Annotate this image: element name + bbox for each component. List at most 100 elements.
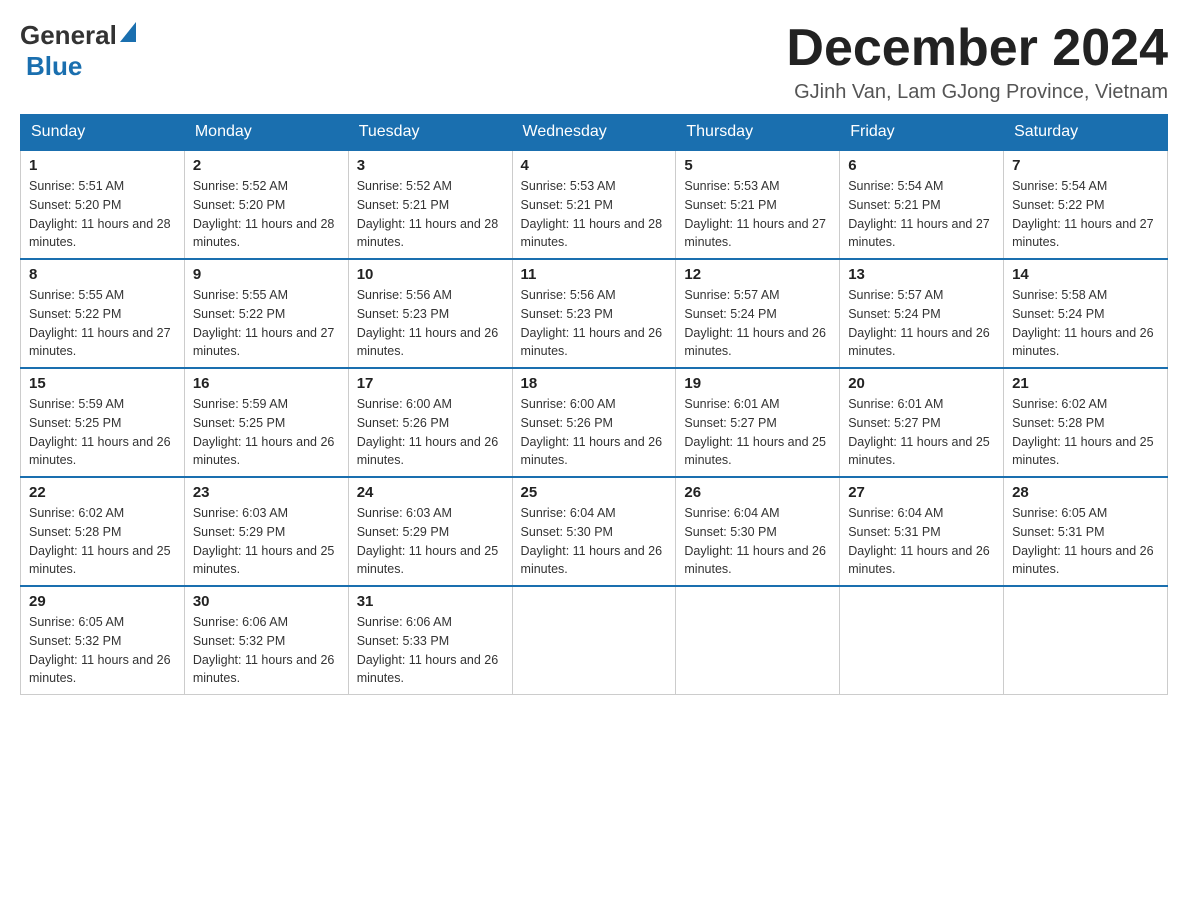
- calendar-cell: 27 Sunrise: 6:04 AMSunset: 5:31 PMDaylig…: [840, 477, 1004, 586]
- day-info: Sunrise: 5:53 AMSunset: 5:21 PMDaylight:…: [521, 177, 668, 252]
- day-number: 10: [357, 266, 504, 283]
- calendar-cell: 15 Sunrise: 5:59 AMSunset: 5:25 PMDaylig…: [21, 368, 185, 477]
- calendar-cell: 25 Sunrise: 6:04 AMSunset: 5:30 PMDaylig…: [512, 477, 676, 586]
- day-number: 26: [684, 484, 831, 501]
- calendar-day-header: Saturday: [1004, 115, 1168, 151]
- day-number: 6: [848, 157, 995, 174]
- day-info: Sunrise: 6:04 AMSunset: 5:30 PMDaylight:…: [521, 504, 668, 579]
- day-info: Sunrise: 5:51 AMSunset: 5:20 PMDaylight:…: [29, 177, 176, 252]
- main-title: December 2024: [786, 20, 1168, 77]
- day-number: 14: [1012, 266, 1159, 283]
- calendar-cell: 18 Sunrise: 6:00 AMSunset: 5:26 PMDaylig…: [512, 368, 676, 477]
- day-info: Sunrise: 5:57 AMSunset: 5:24 PMDaylight:…: [848, 286, 995, 361]
- calendar-day-header: Thursday: [676, 115, 840, 151]
- day-number: 28: [1012, 484, 1159, 501]
- calendar-cell: 12 Sunrise: 5:57 AMSunset: 5:24 PMDaylig…: [676, 259, 840, 368]
- calendar-cell: 6 Sunrise: 5:54 AMSunset: 5:21 PMDayligh…: [840, 150, 1004, 259]
- logo-blue-text: Blue: [26, 51, 82, 82]
- calendar-cell: 1 Sunrise: 5:51 AMSunset: 5:20 PMDayligh…: [21, 150, 185, 259]
- calendar-day-header: Wednesday: [512, 115, 676, 151]
- day-number: 16: [193, 375, 340, 392]
- day-info: Sunrise: 6:03 AMSunset: 5:29 PMDaylight:…: [193, 504, 340, 579]
- calendar-table: SundayMondayTuesdayWednesdayThursdayFrid…: [20, 114, 1168, 695]
- calendar-cell: 22 Sunrise: 6:02 AMSunset: 5:28 PMDaylig…: [21, 477, 185, 586]
- day-info: Sunrise: 6:05 AMSunset: 5:32 PMDaylight:…: [29, 613, 176, 688]
- day-number: 2: [193, 157, 340, 174]
- day-info: Sunrise: 5:57 AMSunset: 5:24 PMDaylight:…: [684, 286, 831, 361]
- day-info: Sunrise: 6:05 AMSunset: 5:31 PMDaylight:…: [1012, 504, 1159, 579]
- day-info: Sunrise: 6:00 AMSunset: 5:26 PMDaylight:…: [357, 395, 504, 470]
- calendar-cell: 24 Sunrise: 6:03 AMSunset: 5:29 PMDaylig…: [348, 477, 512, 586]
- day-info: Sunrise: 5:54 AMSunset: 5:22 PMDaylight:…: [1012, 177, 1159, 252]
- day-info: Sunrise: 6:06 AMSunset: 5:33 PMDaylight:…: [357, 613, 504, 688]
- logo: General Blue: [20, 20, 136, 82]
- calendar-cell: 16 Sunrise: 5:59 AMSunset: 5:25 PMDaylig…: [184, 368, 348, 477]
- day-info: Sunrise: 5:55 AMSunset: 5:22 PMDaylight:…: [193, 286, 340, 361]
- day-info: Sunrise: 6:01 AMSunset: 5:27 PMDaylight:…: [684, 395, 831, 470]
- day-number: 7: [1012, 157, 1159, 174]
- subtitle: GJinh Van, Lam GJong Province, Vietnam: [786, 81, 1168, 104]
- day-info: Sunrise: 5:55 AMSunset: 5:22 PMDaylight:…: [29, 286, 176, 361]
- logo-arrow-icon: [120, 22, 136, 42]
- calendar-cell: [840, 586, 1004, 695]
- calendar-cell: 10 Sunrise: 5:56 AMSunset: 5:23 PMDaylig…: [348, 259, 512, 368]
- calendar-cell: 11 Sunrise: 5:56 AMSunset: 5:23 PMDaylig…: [512, 259, 676, 368]
- week-row: 22 Sunrise: 6:02 AMSunset: 5:28 PMDaylig…: [21, 477, 1168, 586]
- calendar-cell: 26 Sunrise: 6:04 AMSunset: 5:30 PMDaylig…: [676, 477, 840, 586]
- logo-general-text: General: [20, 20, 117, 51]
- day-info: Sunrise: 6:04 AMSunset: 5:31 PMDaylight:…: [848, 504, 995, 579]
- day-number: 15: [29, 375, 176, 392]
- day-number: 25: [521, 484, 668, 501]
- day-number: 20: [848, 375, 995, 392]
- calendar-cell: 23 Sunrise: 6:03 AMSunset: 5:29 PMDaylig…: [184, 477, 348, 586]
- day-info: Sunrise: 5:52 AMSunset: 5:20 PMDaylight:…: [193, 177, 340, 252]
- calendar-cell: [512, 586, 676, 695]
- calendar-cell: 14 Sunrise: 5:58 AMSunset: 5:24 PMDaylig…: [1004, 259, 1168, 368]
- day-number: 8: [29, 266, 176, 283]
- day-info: Sunrise: 6:00 AMSunset: 5:26 PMDaylight:…: [521, 395, 668, 470]
- day-number: 30: [193, 593, 340, 610]
- day-info: Sunrise: 5:52 AMSunset: 5:21 PMDaylight:…: [357, 177, 504, 252]
- day-number: 24: [357, 484, 504, 501]
- day-number: 9: [193, 266, 340, 283]
- calendar-cell: 5 Sunrise: 5:53 AMSunset: 5:21 PMDayligh…: [676, 150, 840, 259]
- calendar-cell: 2 Sunrise: 5:52 AMSunset: 5:20 PMDayligh…: [184, 150, 348, 259]
- calendar-cell: 8 Sunrise: 5:55 AMSunset: 5:22 PMDayligh…: [21, 259, 185, 368]
- day-info: Sunrise: 5:58 AMSunset: 5:24 PMDaylight:…: [1012, 286, 1159, 361]
- calendar-cell: 29 Sunrise: 6:05 AMSunset: 5:32 PMDaylig…: [21, 586, 185, 695]
- title-block: December 2024 GJinh Van, Lam GJong Provi…: [786, 20, 1168, 104]
- calendar-cell: 13 Sunrise: 5:57 AMSunset: 5:24 PMDaylig…: [840, 259, 1004, 368]
- day-number: 11: [521, 266, 668, 283]
- day-info: Sunrise: 5:59 AMSunset: 5:25 PMDaylight:…: [29, 395, 176, 470]
- calendar-cell: [1004, 586, 1168, 695]
- calendar-header-row: SundayMondayTuesdayWednesdayThursdayFrid…: [21, 115, 1168, 151]
- calendar-cell: 4 Sunrise: 5:53 AMSunset: 5:21 PMDayligh…: [512, 150, 676, 259]
- day-info: Sunrise: 6:02 AMSunset: 5:28 PMDaylight:…: [1012, 395, 1159, 470]
- day-info: Sunrise: 5:53 AMSunset: 5:21 PMDaylight:…: [684, 177, 831, 252]
- day-number: 4: [521, 157, 668, 174]
- calendar-cell: 28 Sunrise: 6:05 AMSunset: 5:31 PMDaylig…: [1004, 477, 1168, 586]
- day-number: 5: [684, 157, 831, 174]
- day-info: Sunrise: 5:59 AMSunset: 5:25 PMDaylight:…: [193, 395, 340, 470]
- day-number: 13: [848, 266, 995, 283]
- week-row: 15 Sunrise: 5:59 AMSunset: 5:25 PMDaylig…: [21, 368, 1168, 477]
- calendar-cell: 21 Sunrise: 6:02 AMSunset: 5:28 PMDaylig…: [1004, 368, 1168, 477]
- calendar-cell: 31 Sunrise: 6:06 AMSunset: 5:33 PMDaylig…: [348, 586, 512, 695]
- calendar-cell: 20 Sunrise: 6:01 AMSunset: 5:27 PMDaylig…: [840, 368, 1004, 477]
- day-number: 23: [193, 484, 340, 501]
- day-number: 21: [1012, 375, 1159, 392]
- calendar-cell: 17 Sunrise: 6:00 AMSunset: 5:26 PMDaylig…: [348, 368, 512, 477]
- day-number: 31: [357, 593, 504, 610]
- day-info: Sunrise: 6:06 AMSunset: 5:32 PMDaylight:…: [193, 613, 340, 688]
- calendar-cell: 9 Sunrise: 5:55 AMSunset: 5:22 PMDayligh…: [184, 259, 348, 368]
- day-number: 3: [357, 157, 504, 174]
- calendar-cell: 19 Sunrise: 6:01 AMSunset: 5:27 PMDaylig…: [676, 368, 840, 477]
- day-number: 22: [29, 484, 176, 501]
- day-info: Sunrise: 6:01 AMSunset: 5:27 PMDaylight:…: [848, 395, 995, 470]
- week-row: 8 Sunrise: 5:55 AMSunset: 5:22 PMDayligh…: [21, 259, 1168, 368]
- calendar-cell: [676, 586, 840, 695]
- day-number: 29: [29, 593, 176, 610]
- calendar-cell: 30 Sunrise: 6:06 AMSunset: 5:32 PMDaylig…: [184, 586, 348, 695]
- day-number: 1: [29, 157, 176, 174]
- day-number: 27: [848, 484, 995, 501]
